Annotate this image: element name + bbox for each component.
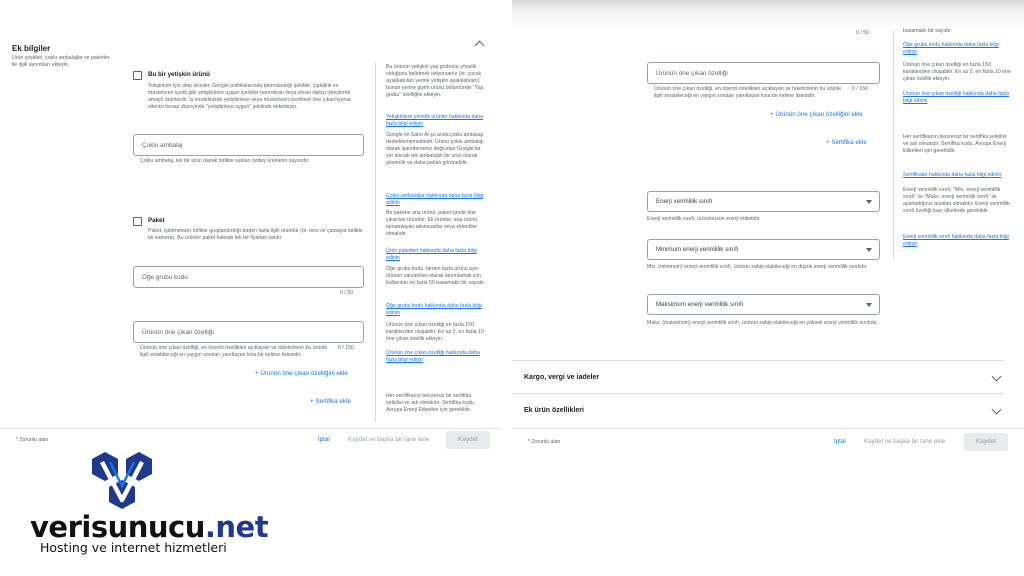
save-button[interactable]: Kaydet	[964, 433, 1008, 451]
highlight-desc: Ürünün öne çıkan özelliği, en önemli öze…	[140, 345, 328, 358]
energy-class-help: Enerji verimlilik sınıfı, "Min. enerji v…	[903, 187, 1010, 214]
energy-class-select[interactable]: Enerji verimlilik sınıfı	[647, 191, 880, 212]
highlight-counter: 0 / 150	[852, 86, 868, 92]
highlight-help: Ürünün öne çıkan özelliği en fazla 150 k…	[903, 62, 1011, 82]
extra-attributes-section-header[interactable]: Ek ürün özellikleri	[524, 407, 584, 415]
brand-tagline: Hosting ve internet hizmetleri	[40, 540, 227, 555]
highlight-counter: 0 / 150	[338, 345, 354, 351]
highlight-help: Ürünün öne çıkan özelliği en fazla 150 k…	[386, 322, 484, 342]
adult-help-link[interactable]: Yetişkinlere yönelik ürünler hakkında da…	[386, 114, 486, 128]
dropdown-caret-icon	[866, 303, 872, 307]
max-energy-class-desc: Maks. (maksimum) enerji verimlilik sınıf…	[647, 320, 878, 326]
expand-chevron-icon[interactable]	[991, 371, 1002, 382]
cancel-button[interactable]: İptal	[834, 438, 846, 446]
add-cert-button[interactable]: + Sertifika ekle	[826, 139, 867, 147]
save-button[interactable]: Kaydet	[446, 431, 490, 449]
add-highlight-button[interactable]: + Ürünün öne çıkan özelliğini ekle	[770, 111, 863, 119]
form-footer: * Zorunlu alan İptal Kaydet ve başka bir…	[512, 428, 1024, 452]
cert-help: Her sertifikanın benzersiz bir sertifika…	[386, 393, 476, 413]
form-footer: * Zorunlu alan İptal Kaydet ve başka bir…	[0, 428, 500, 452]
top-help: basamaklı bir sayıdır.	[903, 28, 953, 34]
help-divider	[893, 30, 894, 260]
right-form-panel: 0 / 50 basamaklı bir sayıdır. Öğe grubu …	[512, 0, 1024, 456]
add-cert-button[interactable]: + Sertifika ekle	[310, 398, 351, 406]
bundle-help: Bir paketin ana ürünü, paket içinde öne …	[386, 210, 478, 237]
item-group-help: Öğe grubu kodu, birden fazla ürünü aynı …	[386, 266, 486, 286]
adult-help: Bu ürünün yetişkin yaş grubuna yönelik o…	[386, 64, 484, 98]
item-group-help-link[interactable]: Öğe grubu kodu hakkında daha fazla bilgi…	[386, 303, 486, 317]
required-note: * Zorunlu alan	[528, 439, 561, 445]
section-desc: Ürün çeşitleri, çoklu ambalajlar ve pake…	[12, 55, 110, 68]
highlight-help-link[interactable]: Ürünün öne çıkan özelliği hakkında daha …	[903, 91, 1013, 105]
add-highlight-button[interactable]: + Ürünün öne çıkan özelliğini ekle	[255, 370, 348, 378]
required-note: * Zorunlu alan	[16, 437, 49, 443]
highlight-input[interactable]: Ürünün öne çıkan özelliği	[647, 62, 880, 84]
dropdown-caret-icon	[866, 200, 872, 204]
bundle-checkbox[interactable]	[133, 217, 142, 226]
divider	[512, 393, 1004, 394]
dropdown-caret-icon	[866, 248, 872, 252]
shipping-section-header[interactable]: Kargo, vergi ve iadeler	[524, 374, 599, 382]
cert-help: Her sertifikanın benzersiz bir sertifika…	[903, 134, 1007, 154]
item-group-counter: 0 / 50	[340, 290, 353, 296]
highlight-help-link[interactable]: Ürünün öne çıkan özelliği hakkında daha …	[386, 350, 486, 364]
help-divider	[375, 62, 376, 422]
bundle-help-link[interactable]: Ürün paketleri hakkında daha fazla bilgi…	[386, 248, 486, 262]
multipack-help: Google ile Satın Al şu anda çoklu ambala…	[386, 132, 484, 166]
multipack-desc: Çoklu ambalaj, tek bir ürün olarak birli…	[140, 158, 310, 164]
energy-class-help-link[interactable]: Enerji verimlilik sınıfı hakkında daha f…	[903, 234, 1013, 248]
multipack-input[interactable]: Çoklu ambalaj	[133, 134, 364, 156]
energy-class-desc: Enerji verimlilik sınıfı, ürününüzün ene…	[647, 216, 761, 222]
top-help-link[interactable]: Öğe grubu kodu hakkında daha fazla bilgi…	[903, 42, 1013, 56]
highlight-desc: Ürünün öne çıkan özelliği, en önemli öze…	[654, 86, 842, 99]
cancel-button[interactable]: İptal	[318, 436, 330, 444]
top-counter: 0 / 50	[856, 30, 869, 36]
adult-label: Bu bir yetişkin ürünü	[148, 71, 210, 78]
min-energy-class-select[interactable]: Minimum enerji verimlilik sınıfı	[647, 239, 880, 260]
multipack-help-link[interactable]: Çoklu ambalajlar hakkında daha fazla bil…	[386, 193, 486, 207]
adult-desc: Yetişkinler için olan ürünler, Google po…	[148, 83, 351, 110]
cert-help-link[interactable]: Sertifikalar hakkında daha fazla bilgi e…	[903, 172, 1013, 179]
divider	[512, 360, 1004, 361]
highlight-input[interactable]: Ürünün öne çıkan özelliği	[133, 321, 364, 343]
save-add-button[interactable]: Kaydet ve başka bir tane ekle	[348, 436, 429, 444]
brand-name: verisunucu.net	[30, 510, 269, 544]
bundle-desc: Paket, işletmenizin birlikte gruplandırd…	[148, 228, 363, 241]
expand-chevron-icon[interactable]	[991, 404, 1002, 415]
left-form-panel: Ek bilgiler Ürün çeşitleri, çoklu ambala…	[0, 0, 500, 456]
min-energy-class-desc: Min. (minimum) enerji verimlilik sınıfı,…	[647, 264, 868, 270]
top-shadow	[512, 0, 1024, 30]
max-energy-class-select[interactable]: Maksimum enerji verimlilik sınıfı	[647, 294, 880, 315]
verisunucu-logo-icon	[92, 452, 152, 509]
adult-checkbox[interactable]	[133, 71, 142, 80]
save-add-button[interactable]: Kaydet ve başka bir tane ekle	[864, 438, 945, 446]
section-title: Ek bilgiler	[12, 44, 51, 53]
bundle-label: Paket	[148, 217, 165, 224]
item-group-input[interactable]: Öğe grubu kodu	[133, 266, 364, 288]
collapse-chevron-icon[interactable]	[474, 40, 485, 51]
